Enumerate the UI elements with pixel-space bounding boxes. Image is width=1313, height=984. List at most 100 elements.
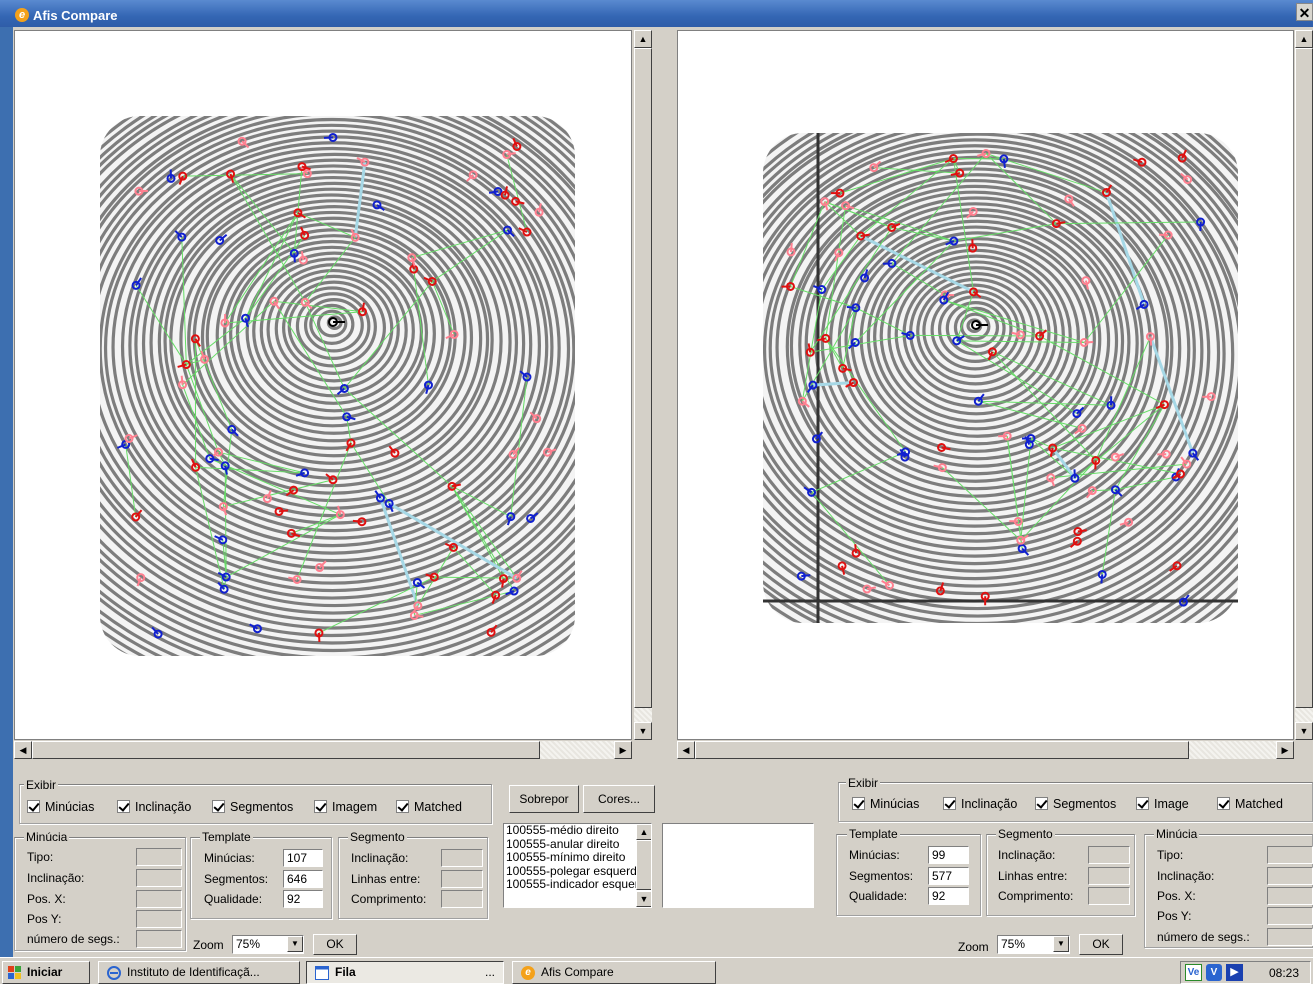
- right-check-minucias[interactable]: Minúcias: [852, 797, 919, 811]
- window-title: Afis Compare: [33, 8, 118, 23]
- task-label: Fila: [335, 965, 356, 979]
- left-check-minucias[interactable]: Minúcias: [27, 800, 94, 814]
- scroll-down-icon[interactable]: ▼: [634, 722, 652, 740]
- scroll-thumb[interactable]: [695, 741, 1189, 759]
- list-item[interactable]: 100555-médio direito: [504, 824, 636, 838]
- task-fila[interactable]: Fila ...: [306, 961, 504, 984]
- list-scroll-thumb[interactable]: [636, 840, 651, 890]
- scroll-left-icon[interactable]: ◀: [677, 741, 695, 759]
- right-minucia-label: Pos Y:: [1157, 909, 1192, 923]
- title-bar: e Afis Compare ✕: [0, 0, 1313, 27]
- list-scroll-down-icon[interactable]: ▼: [636, 891, 651, 907]
- scroll-up-icon[interactable]: ▲: [1295, 30, 1313, 48]
- scroll-right-icon[interactable]: ▶: [614, 741, 632, 759]
- right-exibir-legend: Exibir: [846, 776, 881, 790]
- scroll-thumb[interactable]: [634, 48, 652, 708]
- right-segmento-label: Linhas entre:: [998, 869, 1068, 883]
- right-minucia-label: Pos. X:: [1157, 889, 1196, 903]
- scroll-left-icon[interactable]: ◀: [14, 741, 32, 759]
- right-minucia-posy-field: [1267, 907, 1313, 925]
- left-zoom-ok-button[interactable]: OK: [313, 934, 357, 955]
- right-segmento-label: Comprimento:: [998, 889, 1074, 903]
- left-minucia-posy-field: [136, 910, 182, 928]
- left-minucia-inclinacao-field: [136, 869, 182, 887]
- ie-icon: [107, 966, 121, 980]
- windows-logo-icon: [8, 966, 21, 979]
- start-button[interactable]: Iniciar: [2, 961, 90, 984]
- left-horizontal-scrollbar[interactable]: ◀ ▶: [14, 741, 632, 759]
- scroll-down-icon[interactable]: ▼: [1295, 722, 1313, 740]
- task-instituto[interactable]: Instituto de Identificaçã...: [98, 961, 300, 984]
- left-fingerprint-image: [100, 116, 575, 656]
- left-minucia-legend: Minúcia: [24, 830, 70, 844]
- tray-v-icon[interactable]: V: [1206, 964, 1222, 981]
- right-fingerprint-view[interactable]: [677, 30, 1294, 740]
- right-minucia-label: Inclinação:: [1157, 869, 1215, 883]
- right-template-label: Qualidade:: [849, 889, 908, 903]
- window-icon: [315, 966, 329, 980]
- left-vertical-scrollbar[interactable]: ▲ ▼: [634, 30, 652, 740]
- list-item[interactable]: 100555-anular direito: [504, 838, 636, 852]
- left-segmento-comprimento-field: [441, 890, 483, 908]
- clock: 08:23: [1269, 966, 1300, 980]
- left-template-label: Qualidade:: [204, 892, 263, 906]
- tray-ve-icon[interactable]: Ve: [1185, 964, 1202, 981]
- close-icon[interactable]: ✕: [1296, 3, 1313, 21]
- right-template-legend: Template: [847, 827, 900, 841]
- left-zoom-dropdown-icon[interactable]: ▼: [287, 936, 303, 952]
- scroll-thumb[interactable]: [1295, 48, 1313, 708]
- right-check-inclinacao[interactable]: Inclinação: [943, 797, 1017, 811]
- task-afis-compare[interactable]: e Afis Compare: [512, 961, 716, 984]
- tray-play-icon[interactable]: ▶: [1226, 964, 1243, 981]
- scroll-right-icon[interactable]: ▶: [1276, 741, 1294, 759]
- right-check-image[interactable]: Image: [1136, 797, 1189, 811]
- right-check-segmentos[interactable]: Segmentos: [1035, 797, 1116, 811]
- right-check-matched[interactable]: Matched: [1217, 797, 1283, 811]
- left-segmento-linhas-field: [441, 870, 483, 888]
- scroll-thumb[interactable]: [32, 741, 540, 759]
- detail-box: [662, 823, 814, 908]
- right-minucia-label: Tipo:: [1157, 848, 1184, 862]
- right-horizontal-scrollbar[interactable]: ◀ ▶: [677, 741, 1294, 759]
- left-minucia-label: número de segs.:: [27, 932, 120, 946]
- right-vertical-scrollbar[interactable]: ▲ ▼: [1295, 30, 1313, 740]
- scroll-up-icon[interactable]: ▲: [634, 30, 652, 48]
- left-minucia-tipo-field: [136, 848, 182, 866]
- list-item[interactable]: 100555-mínimo direito: [504, 851, 636, 865]
- list-item[interactable]: 100555-indicador esquerdo: [504, 878, 636, 892]
- left-check-imagem[interactable]: Imagem: [314, 800, 377, 814]
- app-icon: e: [521, 966, 535, 980]
- right-segmento-inclinacao-field: [1088, 846, 1130, 864]
- left-template-segmentos-value: 646: [283, 870, 323, 888]
- right-segmento-comprimento-field: [1088, 887, 1130, 905]
- right-zoom-dropdown-icon[interactable]: ▼: [1053, 936, 1069, 952]
- task-label: Afis Compare: [541, 965, 614, 979]
- sobrepor-button[interactable]: Sobrepor: [509, 785, 579, 813]
- right-minucia-segs-field: [1267, 928, 1313, 946]
- right-zoom-ok-button[interactable]: OK: [1079, 934, 1123, 955]
- cores-button[interactable]: Cores...: [583, 785, 655, 813]
- right-template-minucias-value: 99: [928, 846, 969, 864]
- start-label: Iniciar: [27, 965, 63, 979]
- list-scroll-up-icon[interactable]: ▲: [636, 824, 651, 840]
- finger-list[interactable]: 100555-médio direito 100555-anular direi…: [503, 823, 652, 908]
- left-check-segmentos[interactable]: Segmentos: [212, 800, 293, 814]
- right-zoom-label: Zoom: [958, 940, 989, 954]
- right-minucia-label: número de segs.:: [1157, 930, 1250, 944]
- fingerprint-ridges: [100, 116, 575, 656]
- left-segmento-inclinacao-field: [441, 849, 483, 867]
- right-segmento-legend: Segmento: [996, 827, 1055, 841]
- right-template-segmentos-value: 577: [928, 867, 969, 885]
- left-check-matched[interactable]: Matched: [396, 800, 462, 814]
- left-fingerprint-view[interactable]: [14, 30, 632, 740]
- left-segmento-label: Comprimento:: [351, 892, 427, 906]
- left-check-inclinacao[interactable]: Inclinação: [117, 800, 191, 814]
- right-minucia-tipo-field: [1267, 846, 1313, 864]
- left-minucia-segs-field: [136, 930, 182, 948]
- left-exibir-legend: Exibir: [24, 778, 59, 792]
- right-template-qualidade-value: 92: [928, 887, 969, 905]
- left-template-label: Segmentos:: [204, 872, 269, 886]
- left-template-minucias-value: 107: [283, 849, 323, 867]
- left-template-label: Minúcias:: [204, 851, 255, 865]
- list-item[interactable]: 100555-polegar esquerdo: [504, 865, 636, 879]
